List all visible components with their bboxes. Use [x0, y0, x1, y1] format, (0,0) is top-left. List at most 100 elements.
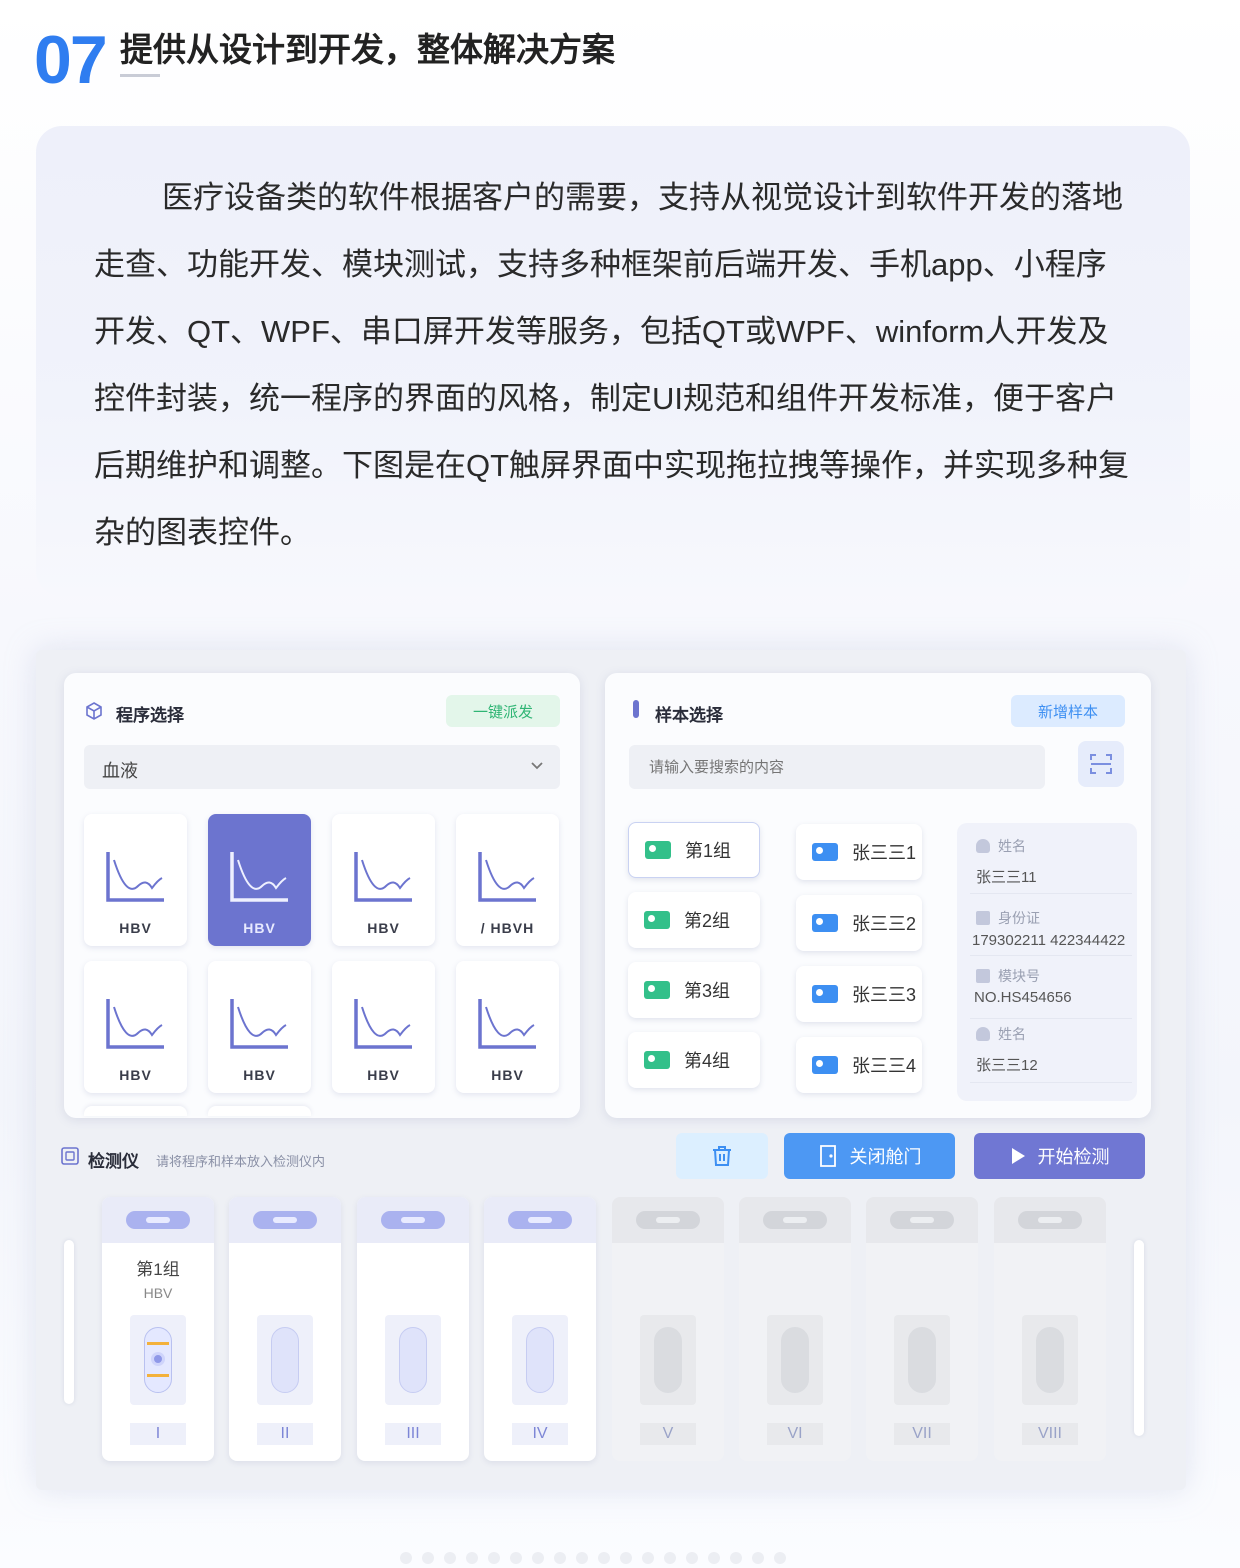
slot-cap-icon — [890, 1211, 954, 1229]
slot-cap-icon — [508, 1211, 572, 1229]
detector-slot[interactable]: 第1组 HBV I — [102, 1197, 214, 1461]
program-card[interactable]: HBV — [332, 961, 435, 1093]
detector-slot[interactable]: II — [229, 1197, 341, 1461]
empty-tube — [654, 1327, 682, 1393]
empty-tube — [399, 1327, 427, 1393]
program-card-label: HBV — [243, 920, 276, 936]
sample-group-item[interactable]: 第3组 — [628, 962, 760, 1018]
empty-tube — [526, 1327, 554, 1393]
program-card-label: / HBVH — [480, 920, 535, 936]
section-title: 提供从设计到开发，整体解决方案 — [120, 31, 615, 68]
title-underline — [120, 74, 160, 77]
detector-slot[interactable]: VIII — [994, 1197, 1106, 1461]
start-detect-button[interactable]: 开始检测 — [974, 1133, 1145, 1179]
detector-title: 检测仪 — [88, 1152, 139, 1171]
intro-text: 医疗设备类的软件根据客户的需要，支持从视觉设计到软件开发的落地走查、功能开发、模… — [94, 180, 1130, 550]
curve-chart-icon — [106, 852, 164, 902]
slot-number: III — [385, 1423, 441, 1445]
detector-slot[interactable]: III — [357, 1197, 469, 1461]
curve-chart-icon — [354, 852, 412, 902]
info-divider — [970, 1018, 1132, 1019]
detector-hint: 请将程序和样本放入检测仪内 — [156, 1154, 326, 1169]
empty-tube — [271, 1327, 299, 1393]
delete-button[interactable] — [676, 1133, 768, 1179]
empty-tube — [781, 1327, 809, 1393]
sample-group-item[interactable]: 第4组 — [628, 1032, 760, 1088]
slot-well — [640, 1315, 696, 1405]
sample-info-label: 姓名 — [976, 836, 1026, 856]
slot-well — [385, 1315, 441, 1405]
dropdown-value: 血液 — [102, 761, 138, 781]
scroll-handle-right[interactable] — [1134, 1240, 1144, 1436]
add-sample-button[interactable]: 新增样本 — [1011, 695, 1125, 727]
slot-group-label: 第1组 — [136, 1260, 180, 1279]
program-card[interactable]: HBV — [84, 814, 187, 946]
close-door-button[interactable]: 关闭舱门 — [784, 1133, 955, 1179]
scan-button[interactable] — [1078, 741, 1124, 787]
id-card-icon — [812, 843, 838, 861]
slot-well — [512, 1315, 568, 1405]
curve-chart-icon — [230, 999, 288, 1049]
card-row-peek — [208, 1106, 311, 1116]
scroll-handle-left[interactable] — [64, 1240, 74, 1404]
card-row-peek — [84, 1106, 187, 1116]
program-card[interactable]: HBV — [332, 814, 435, 946]
sample-person-item[interactable]: 张三三3 — [796, 966, 922, 1022]
sample-group-label: 第3组 — [684, 981, 731, 1001]
program-card[interactable]: HBV — [84, 961, 187, 1093]
slot-number: VI — [767, 1423, 823, 1445]
start-detect-label: 开始检测 — [1037, 1147, 1110, 1167]
program-dropdown[interactable]: 血液 — [84, 745, 560, 789]
sample-search-input[interactable] — [629, 745, 1045, 789]
page-indicator — [400, 1552, 786, 1564]
slot-cap-icon — [381, 1211, 445, 1229]
curve-chart-icon — [106, 999, 164, 1049]
slot-cap-icon — [1018, 1211, 1082, 1229]
sample-info-label: 姓名 — [976, 1024, 1026, 1044]
dispatch-button[interactable]: 一键派发 — [446, 695, 560, 727]
sample-person-item[interactable]: 张三三2 — [796, 895, 922, 951]
sample-info-value: 张三三12 — [976, 1057, 1038, 1074]
program-card[interactable]: HBV — [208, 961, 311, 1093]
program-card[interactable]: / HBVH — [456, 814, 559, 946]
chevron-down-icon — [531, 762, 543, 770]
sample-person-item[interactable]: 张三三4 — [796, 1037, 922, 1093]
id-card-icon — [812, 1056, 838, 1074]
slot-well — [1022, 1315, 1078, 1405]
sample-info-value: NO.HS454656 — [974, 989, 1072, 1006]
detector-slot[interactable]: IV — [484, 1197, 596, 1461]
slot-cap-icon — [253, 1211, 317, 1229]
curve-chart-icon — [478, 852, 536, 902]
person-icon — [976, 1027, 990, 1041]
id-card-icon — [812, 985, 838, 1003]
empty-tube — [1036, 1327, 1064, 1393]
sample-person-label: 张三三2 — [852, 914, 917, 934]
program-card-label: HBV — [119, 1067, 152, 1083]
program-card-label: HBV — [119, 920, 152, 936]
sample-person-item[interactable]: 张三三1 — [796, 824, 922, 880]
id-card-icon — [644, 1051, 670, 1069]
program-card-label: HBV — [243, 1067, 276, 1083]
program-card[interactable]: HBV — [456, 961, 559, 1093]
id-card-icon — [812, 914, 838, 932]
device-icon — [61, 1147, 79, 1165]
detector-slot[interactable]: VII — [866, 1197, 978, 1461]
slot-number: IV — [512, 1423, 568, 1445]
detector-slot[interactable]: VI — [739, 1197, 851, 1461]
slot-well — [894, 1315, 950, 1405]
info-divider — [970, 1082, 1132, 1083]
test-tube-icon — [633, 700, 639, 718]
program-card[interactable]: HBV — [208, 814, 311, 946]
sample-group-item[interactable]: 第1组 — [628, 822, 760, 878]
sample-group-item[interactable]: 第2组 — [628, 892, 760, 948]
slot-number: VIII — [1022, 1423, 1078, 1445]
id-icon — [976, 911, 990, 925]
sample-group-label: 第1组 — [685, 841, 732, 861]
sample-info-label: 身份证 — [976, 908, 1040, 928]
detector-slot[interactable]: V — [612, 1197, 724, 1461]
person-icon — [976, 839, 990, 853]
slot-program-label: HBV — [143, 1285, 173, 1301]
sample-info-value: 张三三11 — [976, 869, 1037, 886]
slot-cap-icon — [763, 1211, 827, 1229]
sample-person-label: 张三三3 — [852, 985, 917, 1005]
